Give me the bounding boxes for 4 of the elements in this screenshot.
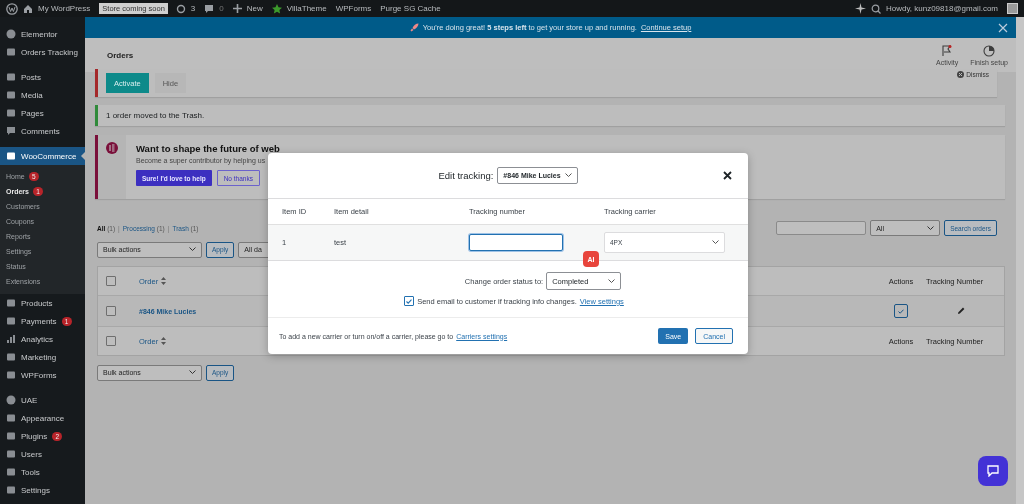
dialog-title: Edit tracking:	[438, 170, 494, 181]
notice-text: 1 order moved to the Trash.	[106, 111, 205, 120]
notice-title: Want to shape the future of web	[136, 143, 280, 154]
page-title: Orders	[107, 50, 134, 60]
